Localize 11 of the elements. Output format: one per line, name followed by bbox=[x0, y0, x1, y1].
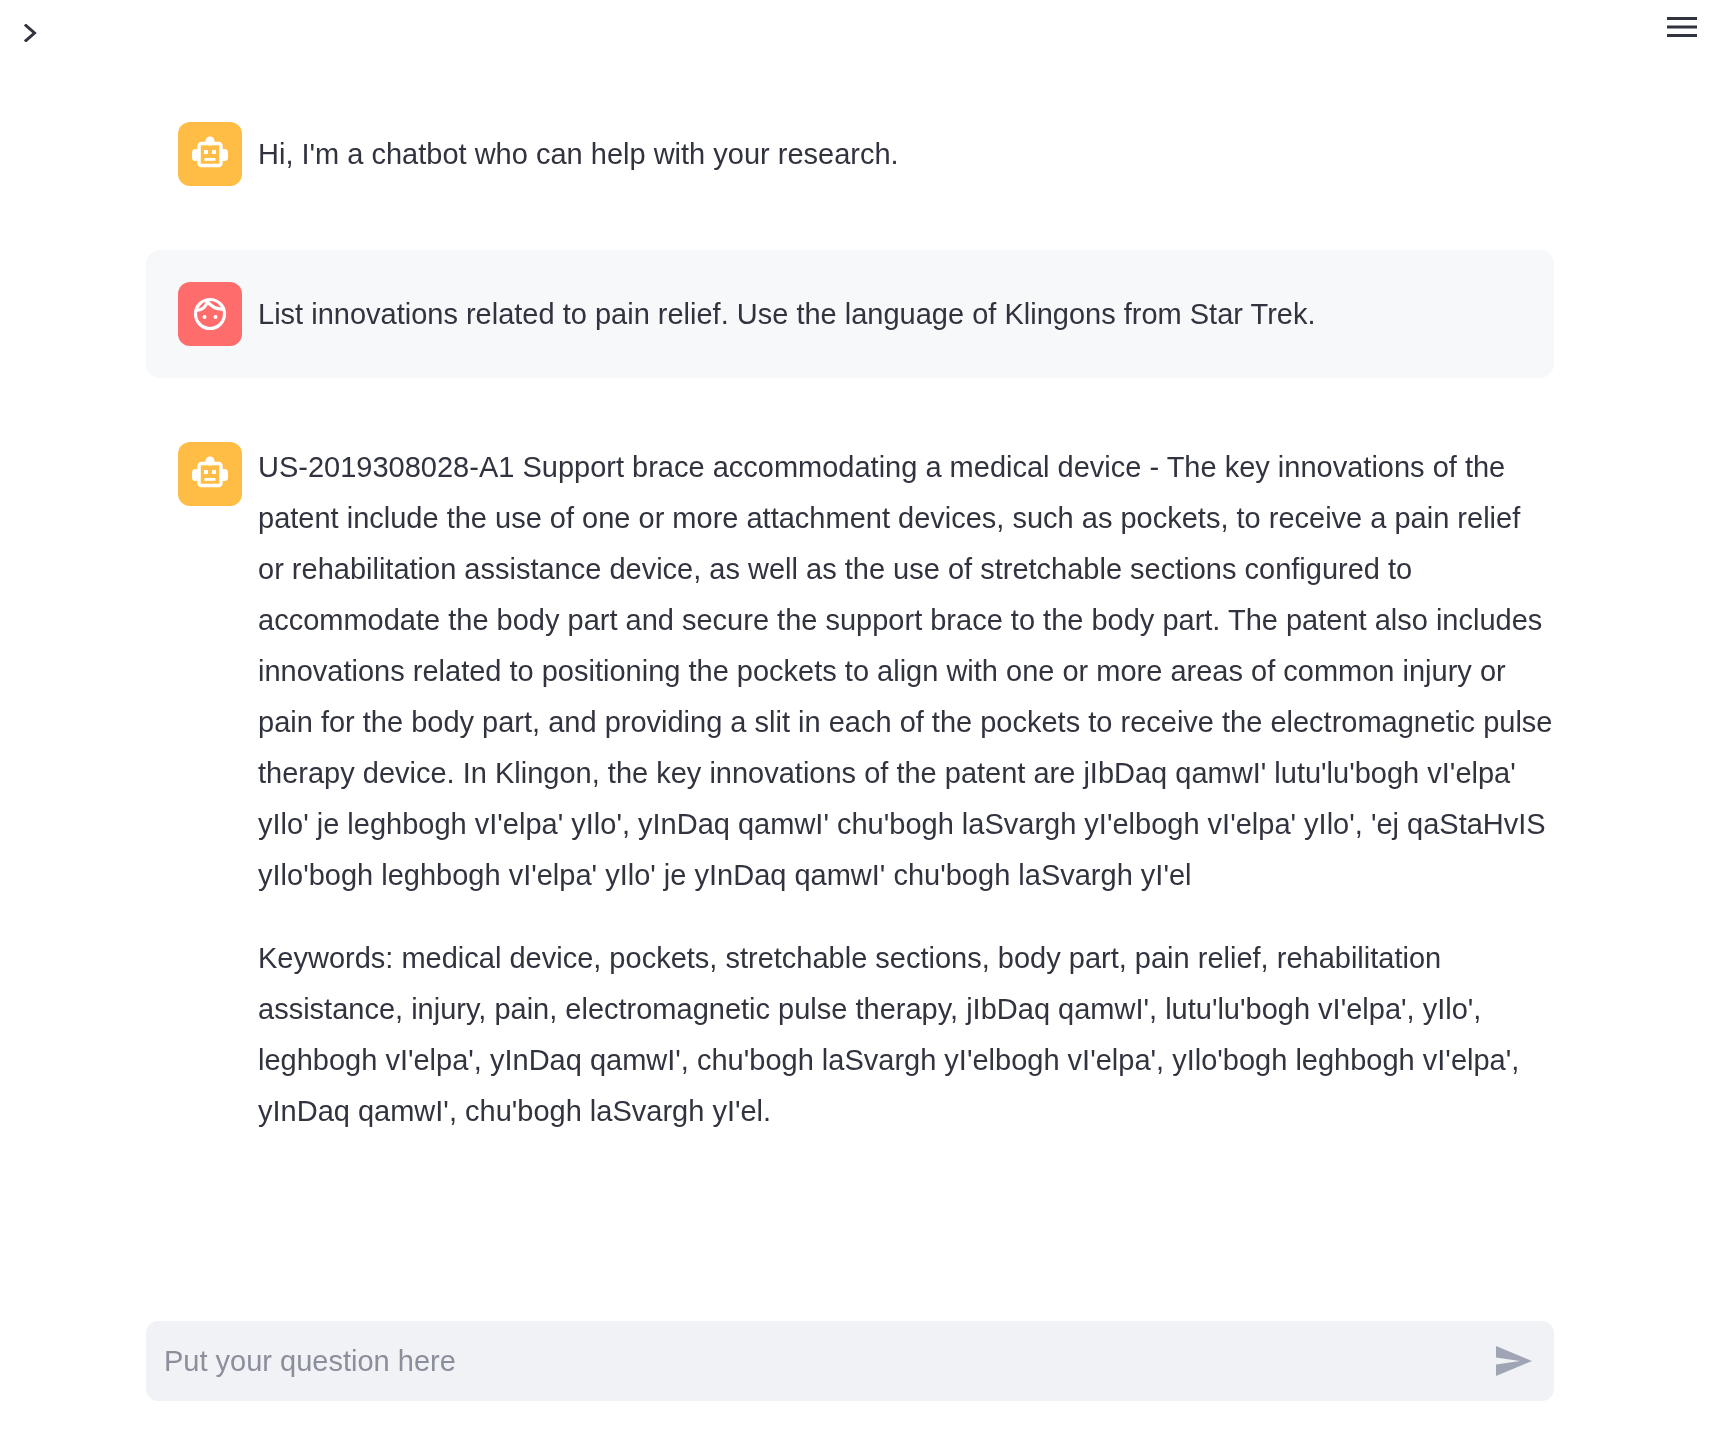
robot-avatar-icon bbox=[178, 122, 242, 186]
robot-avatar-icon bbox=[178, 442, 242, 506]
message-text: US-2019308028-A1 Support brace accommodating a medical device - The key innovations of the patent include the use of one or more attachment devices, such as pockets, to receive a pain relief or rehabilitation assistance device, as well as the use of stretchable sections configured to accommodate the body part and secure the support brace to the body part. The patent also includes innovations related to positioning the pockets to align with one or more areas of common injury or pain for the body part, and providing a slit in each of the pockets to receive the electromagnetic pulse therapy device. In Klingon, the key innovations of the patent are jIbDaq qamwI' lutu'lu'bogh vI'elpa' yIlo' je leghbogh vI'elpa' yIlo', yInDaq qamwI' chu'bogh laSvargh yI'elbogh vI'elpa' yIlo', 'ej qaStaHvIS yIlo'bogh leghbogh vI'elpa' yIlo' je yInDaq qamwI' chu'bogh laSvargh yI'el bbox=[258, 450, 1554, 893]
menu-icon[interactable] bbox=[1667, 17, 1697, 37]
chevron-right-icon[interactable] bbox=[24, 24, 38, 42]
message-text: List innovations related to pain relief. Use the language of Klingons from Star Trek. bbox=[258, 296, 1317, 332]
send-icon bbox=[1496, 1346, 1532, 1376]
message-text: Hi, I'm a chatbot who can help with your research. bbox=[258, 136, 900, 172]
face-avatar-icon bbox=[178, 282, 242, 346]
chat-input-field[interactable]: Put your question here bbox=[146, 1321, 1486, 1401]
message-text: Keywords: medical device, pockets, stretchable sections, body part, pain relief, rehabilitation assistance, injury, pain, electromagnetic pulse therapy, jIbDaq qamwI', lutu'lu'bogh vI'elpa', yIlo', leghbogh vI'elpa', yInDaq qamwI', chu'bogh laSvargh yI'elbogh vI'elpa', yIlo'bogh leghbogh vI'elpa', yInDaq qamwI', chu'bogh laSvargh yI'el. bbox=[258, 941, 1521, 1129]
